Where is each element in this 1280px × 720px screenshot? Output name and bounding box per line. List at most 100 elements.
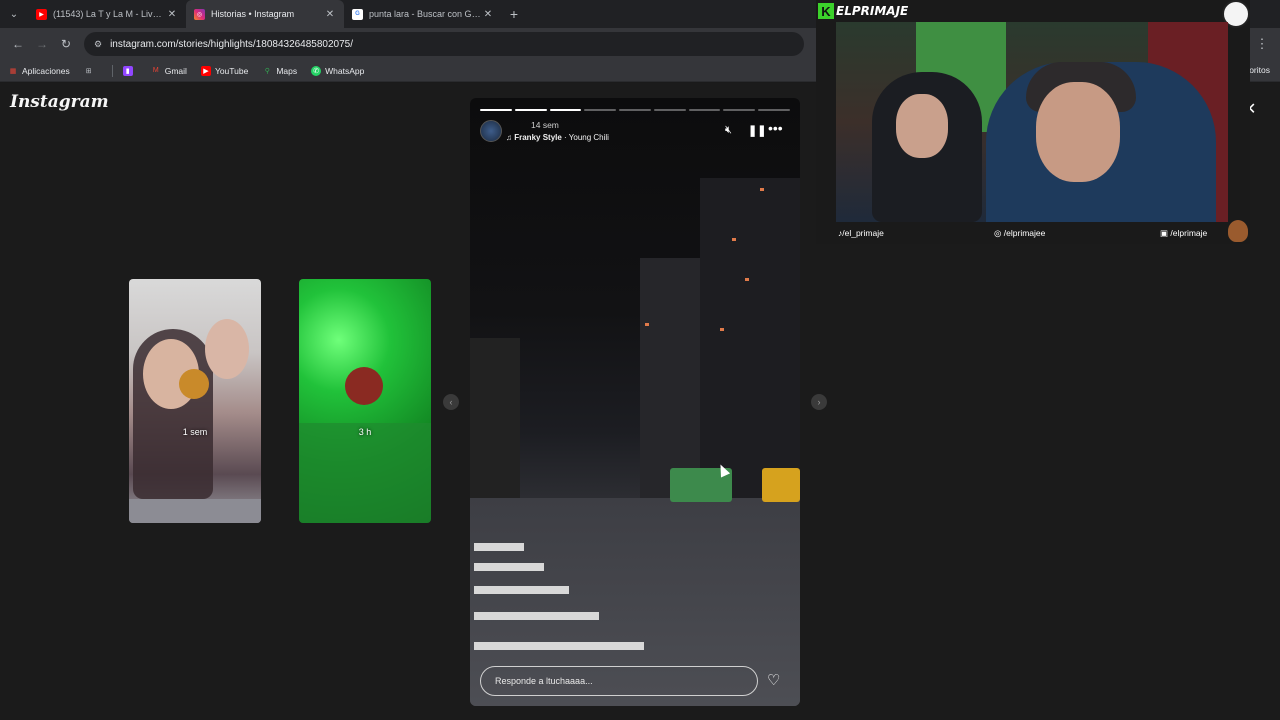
bookmark-label: Aplicaciones xyxy=(22,65,70,76)
story-preview-time: 1 sem xyxy=(182,427,208,437)
bookmark-favorites[interactable]: oritos xyxy=(1249,65,1270,75)
instagram-logo[interactable]: Instagram xyxy=(10,92,109,112)
tab-search-icon[interactable]: ⌄ xyxy=(0,0,28,28)
address-bar[interactable]: ⚙ instagram.com/stories/highlights/18084… xyxy=(84,32,804,56)
pause-icon[interactable]: ❚❚ xyxy=(748,124,766,137)
bookmark-maps[interactable]: ⚲ Maps xyxy=(262,66,297,76)
tab-google[interactable]: G punta lara - Buscar con Google ✕ xyxy=(344,0,502,28)
music-separator: · xyxy=(561,133,569,142)
music-title: Franky Style xyxy=(514,133,562,142)
grid-icon: ⊞ xyxy=(85,67,92,75)
story-image-part xyxy=(474,563,544,571)
bookmark-apps[interactable]: ▦ Aplicaciones xyxy=(8,66,70,76)
instagram-icon: ◎ xyxy=(194,8,205,20)
webcam-image-part xyxy=(1036,82,1120,182)
close-tab-icon[interactable]: ✕ xyxy=(482,9,494,20)
bookmark-whatsapp[interactable]: ✆ WhatsApp xyxy=(311,65,365,76)
story-progress-segment xyxy=(723,109,756,111)
mate-cup-icon xyxy=(1228,220,1248,242)
apps-grid-icon: ▦ xyxy=(9,67,17,75)
close-tab-icon[interactable]: ✕ xyxy=(324,9,336,20)
brand-logo-icon: K xyxy=(818,3,834,19)
story-preview-prev-2[interactable]: 3 h xyxy=(299,279,431,523)
preview-image-part xyxy=(129,499,261,523)
story-image-part xyxy=(474,642,644,650)
story-image-part xyxy=(745,278,749,281)
instagram-icon: ◎ xyxy=(994,228,1004,238)
story-image-part xyxy=(720,328,724,331)
twitch-icon: ▣ xyxy=(1160,228,1171,238)
preview-image-part xyxy=(299,423,431,523)
story-image-part xyxy=(474,543,524,551)
story-image-part xyxy=(470,338,520,518)
new-tab-button[interactable]: + xyxy=(502,2,526,26)
story-progress-segment xyxy=(584,109,617,111)
bookmark-youtube[interactable]: ▶ YouTube xyxy=(200,65,248,76)
previous-story-arrow-icon[interactable]: ‹ xyxy=(443,394,459,410)
story-image-part xyxy=(760,188,764,191)
tiktok-handle: ♪/el_primaje xyxy=(838,228,884,238)
story-progress-segment xyxy=(480,109,512,111)
tab-label: Historias • Instagram xyxy=(211,9,295,19)
maps-icon: ⚲ xyxy=(264,67,270,75)
stream-socials: ♪/el_primaje ◎ /elprimajee ▣ /elprimaje xyxy=(836,224,1246,242)
stream-brand: K ELPRIMAJE xyxy=(818,2,908,20)
youtube-icon: ▶ xyxy=(36,8,47,20)
story-time: 14 sem xyxy=(531,120,559,130)
close-tab-icon[interactable]: ✕ xyxy=(166,9,178,20)
story-progress-segment xyxy=(619,109,651,111)
story-viewer[interactable]: 14 sem ♫ Franky Style · Young Chili 🔇︎ ❚… xyxy=(470,98,800,706)
youtube-icon: ▶ xyxy=(200,65,211,76)
preview-image-part xyxy=(179,369,209,399)
story-progress-bar xyxy=(480,109,791,111)
twitch-handle: ▣ /elprimaje xyxy=(1160,228,1207,239)
gmail-icon: M xyxy=(152,67,159,74)
bookmark-twitch[interactable]: ▮ xyxy=(122,65,137,76)
story-reply-input[interactable]: Responde a ltuchaaaa... xyxy=(480,666,758,696)
tab-instagram[interactable]: ◎ Historias • Instagram ✕ xyxy=(186,0,344,28)
bookmark-label: WhatsApp xyxy=(325,65,365,76)
story-image-part xyxy=(700,178,800,508)
next-story-arrow-icon[interactable]: › xyxy=(811,394,827,410)
back-button[interactable]: ← xyxy=(6,32,30,56)
story-progress-segment xyxy=(758,109,791,111)
bookmark-label: Gmail xyxy=(164,65,187,76)
reload-button[interactable]: ↻ xyxy=(54,32,78,56)
webcam-image-part xyxy=(896,94,948,158)
brand-name: ELPRIMAJE xyxy=(836,4,909,18)
story-preview-prev[interactable]: 1 sem xyxy=(129,279,261,523)
tiktok-text: /el_primaje xyxy=(842,228,884,238)
url-text: instagram.com/stories/highlights/1808432… xyxy=(110,38,354,50)
music-artist: Young Chili xyxy=(568,133,609,142)
more-options-icon[interactable]: ••• xyxy=(768,120,783,136)
story-image-part xyxy=(645,323,649,326)
browser-menu-icon[interactable]: ⋮ xyxy=(1254,32,1270,56)
story-progress-segment xyxy=(514,109,547,111)
story-music[interactable]: ♫ Franky Style · Young Chili xyxy=(506,133,609,142)
forward-button[interactable]: → xyxy=(30,32,54,56)
tab-groups-icon[interactable]: ⊞ xyxy=(84,66,98,76)
story-image-part xyxy=(762,468,800,502)
avatar[interactable] xyxy=(480,120,502,142)
bookmark-gmail[interactable]: M Gmail xyxy=(151,66,187,76)
story-image-part xyxy=(732,238,736,241)
twitch-text: /elprimaje xyxy=(1170,228,1208,238)
story-progress-segment xyxy=(688,109,721,111)
story-image-part xyxy=(474,612,599,620)
tab-youtube[interactable]: ▶ (11543) La T y La M - Live Set M ✕ xyxy=(28,0,186,28)
story-progress-segment xyxy=(549,109,582,111)
tab-label: (11543) La T y La M - Live Set M xyxy=(53,9,166,19)
preview-image-part xyxy=(205,319,249,379)
bookmark-divider xyxy=(111,64,113,77)
whatsapp-icon: ✆ xyxy=(311,65,322,76)
tab-label: punta lara - Buscar con Google xyxy=(369,9,482,19)
story-image-part xyxy=(474,586,569,594)
story-progress-segment xyxy=(653,109,686,111)
twitch-icon: ▮ xyxy=(122,65,133,76)
like-heart-icon[interactable]: ♡ xyxy=(767,671,780,689)
site-info-icon[interactable]: ⚙ xyxy=(94,39,102,50)
story-preview-time: 3 h xyxy=(358,427,372,437)
instagram-handle: ◎ /elprimajee xyxy=(994,228,1045,239)
webcam-feed xyxy=(836,22,1228,222)
mute-icon[interactable]: 🔇︎ xyxy=(725,124,732,137)
